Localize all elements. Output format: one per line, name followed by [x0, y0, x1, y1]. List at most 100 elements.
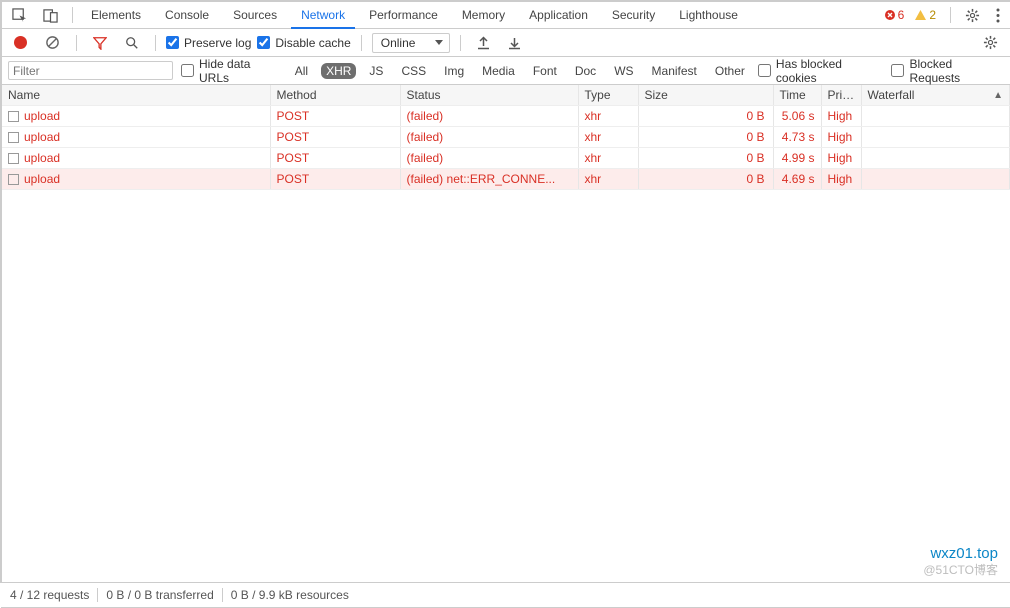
type-filter-font[interactable]: Font [528, 63, 562, 79]
devtools-tabs: Elements Console Sources Network Perform… [2, 2, 1010, 29]
preserve-log-label: Preserve log [184, 36, 251, 50]
hide-data-urls-checkbox[interactable]: Hide data URLs [181, 57, 282, 85]
row-checkbox[interactable] [8, 111, 19, 122]
requests-table: Name Method Status Type Size Time Prior.… [2, 85, 1010, 190]
disable-cache-checkbox[interactable]: Disable cache [257, 36, 350, 50]
cell-size: 0 B [638, 148, 773, 169]
cell-method: POST [270, 148, 400, 169]
separator [76, 35, 77, 51]
search-icon[interactable] [119, 30, 145, 56]
type-filter-img[interactable]: Img [439, 63, 469, 79]
hide-data-urls-label: Hide data URLs [199, 57, 282, 85]
cell-time: 4.69 s [773, 169, 821, 190]
col-header-waterfall[interactable]: Waterfall ▲ [861, 85, 1010, 106]
cell-priority: High [821, 169, 861, 190]
tab-sources[interactable]: Sources [223, 2, 287, 28]
upload-har-icon[interactable] [471, 30, 496, 56]
separator [950, 7, 951, 23]
cell-method: POST [270, 106, 400, 127]
table-row[interactable]: uploadPOST(failed)xhr0 B5.06 sHigh [2, 106, 1010, 127]
error-icon [884, 9, 896, 21]
tab-elements[interactable]: Elements [81, 2, 151, 28]
type-filter-xhr[interactable]: XHR [321, 63, 356, 79]
col-header-time[interactable]: Time [773, 85, 821, 106]
col-header-status[interactable]: Status [400, 85, 578, 106]
device-toolbar-icon[interactable] [37, 2, 64, 28]
settings-icon[interactable] [959, 2, 986, 28]
cell-time: 4.73 s [773, 127, 821, 148]
tab-lighthouse[interactable]: Lighthouse [669, 2, 748, 28]
status-resources: 0 B / 9.9 kB resources [231, 588, 349, 602]
record-button[interactable] [8, 30, 33, 56]
cell-status: (failed) [400, 106, 578, 127]
warning-count-badge[interactable]: 2 [914, 8, 936, 22]
has-blocked-cookies-input[interactable] [758, 64, 771, 77]
network-settings-icon[interactable] [977, 30, 1004, 56]
type-filter-ws[interactable]: WS [609, 63, 638, 79]
type-filter-all[interactable]: All [290, 63, 313, 79]
preserve-log-checkbox[interactable]: Preserve log [166, 36, 251, 50]
table-row[interactable]: uploadPOST(failed)xhr0 B4.99 sHigh [2, 148, 1010, 169]
download-har-icon[interactable] [502, 30, 527, 56]
type-filter-js[interactable]: JS [364, 63, 388, 79]
watermark-line1: wxz01.top [923, 544, 998, 564]
clear-icon[interactable] [39, 30, 66, 56]
error-count-badge[interactable]: 6 [884, 8, 905, 22]
cell-name: upload [2, 127, 270, 148]
separator [361, 35, 362, 51]
tab-security[interactable]: Security [602, 2, 665, 28]
table-row[interactable]: uploadPOST(failed) net::ERR_CONNE...xhr0… [2, 169, 1010, 190]
type-filter-doc[interactable]: Doc [570, 63, 601, 79]
tab-memory[interactable]: Memory [452, 2, 515, 28]
separator [72, 7, 73, 23]
more-menu-icon[interactable] [990, 2, 1006, 28]
filter-icon[interactable] [87, 30, 113, 56]
cell-type: xhr [578, 169, 638, 190]
filter-input[interactable] [8, 61, 173, 80]
disable-cache-input[interactable] [257, 36, 270, 49]
cell-type: xhr [578, 148, 638, 169]
col-header-method[interactable]: Method [270, 85, 400, 106]
cell-priority: High [821, 127, 861, 148]
type-filter-other[interactable]: Other [710, 63, 750, 79]
tab-application[interactable]: Application [519, 2, 598, 28]
filter-bar: Hide data URLs All XHR JS CSS Img Media … [2, 57, 1010, 85]
tab-console[interactable]: Console [155, 2, 219, 28]
warning-icon [914, 9, 927, 21]
cell-type: xhr [578, 106, 638, 127]
tab-network[interactable]: Network [291, 2, 355, 29]
col-header-waterfall-label: Waterfall [868, 88, 915, 102]
cell-waterfall [861, 148, 1010, 169]
hide-data-urls-input[interactable] [181, 64, 194, 77]
status-requests: 4 / 12 requests [10, 588, 89, 602]
table-header-row: Name Method Status Type Size Time Prior.… [2, 85, 1010, 106]
blocked-requests-checkbox[interactable]: Blocked Requests [891, 57, 1004, 85]
col-header-priority[interactable]: Prior... [821, 85, 861, 106]
col-header-name[interactable]: Name [2, 85, 270, 106]
throttling-select[interactable]: Online [372, 33, 450, 53]
preserve-log-input[interactable] [166, 36, 179, 49]
row-checkbox[interactable] [8, 132, 19, 143]
table-row[interactable]: uploadPOST(failed)xhr0 B4.73 sHigh [2, 127, 1010, 148]
col-header-type[interactable]: Type [578, 85, 638, 106]
network-toolbar: Preserve log Disable cache Online [2, 29, 1010, 57]
cell-waterfall [861, 127, 1010, 148]
col-header-size[interactable]: Size [638, 85, 773, 106]
separator [460, 35, 461, 51]
row-checkbox[interactable] [8, 174, 19, 185]
has-blocked-cookies-checkbox[interactable]: Has blocked cookies [758, 57, 884, 85]
type-filter-media[interactable]: Media [477, 63, 520, 79]
blocked-requests-label: Blocked Requests [909, 57, 1004, 85]
type-filter-css[interactable]: CSS [396, 63, 431, 79]
cell-size: 0 B [638, 169, 773, 190]
tab-performance[interactable]: Performance [359, 2, 448, 28]
cell-status: (failed) net::ERR_CONNE... [400, 169, 578, 190]
inspect-element-icon[interactable] [6, 2, 33, 28]
row-checkbox[interactable] [8, 153, 19, 164]
type-filter-manifest[interactable]: Manifest [647, 63, 702, 79]
cell-time: 5.06 s [773, 106, 821, 127]
watermark-line2: @51CTO博客 [923, 563, 998, 579]
cell-name: upload [2, 106, 270, 127]
sort-indicator-icon: ▲ [993, 90, 1003, 101]
blocked-requests-input[interactable] [891, 64, 904, 77]
